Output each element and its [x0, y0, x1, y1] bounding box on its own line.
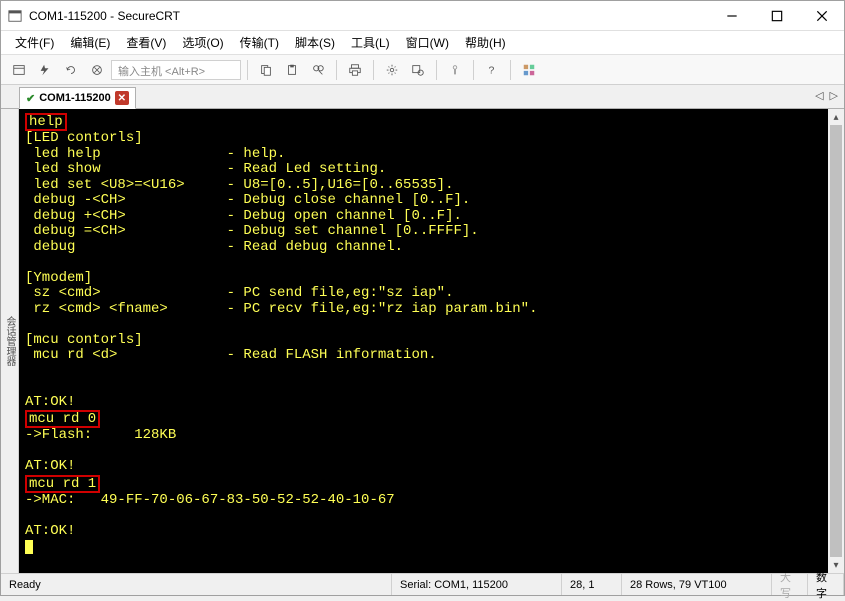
status-cursor: 28, 1	[562, 574, 622, 595]
status-ready: Ready	[1, 574, 392, 595]
maximize-button[interactable]	[754, 1, 799, 31]
toolbar-reconnect-icon[interactable]	[59, 58, 83, 82]
tab-session[interactable]: ✔ COM1-115200 ✕	[19, 87, 136, 109]
toolbar-quick-connect-icon[interactable]	[33, 58, 57, 82]
menu-edit[interactable]: 编辑(E)	[64, 32, 116, 53]
status-serial: Serial: COM1, 115200	[392, 574, 562, 595]
toolbar-session-options-icon[interactable]	[406, 58, 430, 82]
scrollbar[interactable]: ▴ ▾	[828, 109, 844, 573]
minimize-button[interactable]	[709, 1, 754, 31]
close-button[interactable]	[799, 1, 844, 31]
toolbar-help-icon[interactable]: ?	[480, 58, 504, 82]
menubar: 文件(F) 编辑(E) 查看(V) 选项(O) 传输(T) 脚本(S) 工具(L…	[1, 31, 844, 55]
status-caps: 大写	[772, 574, 808, 595]
menu-help[interactable]: 帮助(H)	[459, 32, 512, 53]
toolbar-copy-icon[interactable]	[254, 58, 278, 82]
menu-tools[interactable]: 工具(L)	[345, 32, 396, 53]
menu-file[interactable]: 文件(F)	[9, 32, 60, 53]
tab-prev-icon[interactable]: ◁	[815, 89, 823, 102]
svg-text:?: ?	[489, 64, 495, 76]
main-area: 会话管理器 help [LED contorls] led help - hel…	[1, 109, 844, 573]
window-title: COM1-115200 - SecureCRT	[29, 9, 709, 23]
terminal[interactable]: help [LED contorls] led help - help. led…	[19, 109, 844, 573]
toolbar-separator	[247, 60, 248, 80]
toolbar-disconnect-icon[interactable]	[85, 58, 109, 82]
toolbar: 输入主机 <Alt+R> ?	[1, 55, 844, 85]
status-num: 数字	[808, 574, 844, 595]
toolbar-paste-icon[interactable]	[280, 58, 304, 82]
toolbar-separator	[336, 60, 337, 80]
menu-options[interactable]: 选项(O)	[176, 32, 229, 53]
toolbar-separator	[473, 60, 474, 80]
tab-close-icon[interactable]: ✕	[115, 91, 129, 105]
toolbar-print-icon[interactable]	[343, 58, 367, 82]
scroll-thumb[interactable]	[830, 125, 842, 557]
session-manager-sidebar[interactable]: 会话管理器	[1, 109, 19, 573]
host-input[interactable]: 输入主机 <Alt+R>	[111, 60, 241, 80]
toolbar-connect-icon[interactable]	[7, 58, 31, 82]
menu-script[interactable]: 脚本(S)	[289, 32, 341, 53]
check-icon: ✔	[26, 92, 35, 105]
titlebar: COM1-115200 - SecureCRT	[1, 1, 844, 31]
toolbar-separator	[373, 60, 374, 80]
tab-label: COM1-115200	[39, 92, 111, 104]
menu-window[interactable]: 窗口(W)	[400, 32, 455, 53]
toolbar-separator	[510, 60, 511, 80]
scroll-down-icon[interactable]: ▾	[828, 557, 844, 573]
menu-view[interactable]: 查看(V)	[120, 32, 172, 53]
toolbar-separator	[436, 60, 437, 80]
statusbar: Ready Serial: COM1, 115200 28, 1 28 Rows…	[1, 573, 844, 595]
toolbar-options-icon[interactable]	[380, 58, 404, 82]
toolbar-keymap-icon[interactable]	[443, 58, 467, 82]
sidebar-label: 会话管理器	[2, 316, 17, 366]
tab-next-icon[interactable]: ▷	[830, 89, 838, 102]
tab-nav: ◁ ▷	[815, 89, 838, 102]
menu-transfer[interactable]: 传输(T)	[234, 32, 285, 53]
app-icon	[7, 8, 23, 24]
toolbar-grid-icon[interactable]	[517, 58, 541, 82]
toolbar-find-icon[interactable]	[306, 58, 330, 82]
tabbar: ✔ COM1-115200 ✕ ◁ ▷	[1, 85, 844, 109]
scroll-up-icon[interactable]: ▴	[828, 109, 844, 125]
status-rows: 28 Rows, 79 VT100	[622, 574, 772, 595]
